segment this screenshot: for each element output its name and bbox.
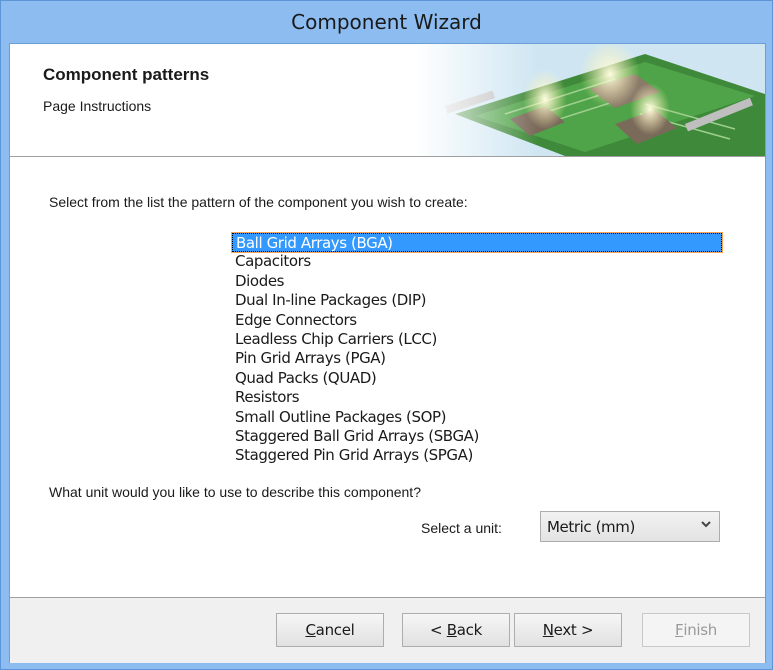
window-title: Component Wizard [291,10,482,34]
next-mnemonic: N [542,621,554,639]
finish-mnemonic: F [675,621,684,639]
wizard-client-area: Component patterns Page Instructions Sel… [9,43,766,663]
pattern-prompt: Select from the list the pattern of the … [49,194,468,210]
pattern-list-item[interactable]: Staggered Pin Grid Arrays (SPGA) [232,446,722,465]
wizard-footer: Cancel < Back Next > Finish [10,597,765,663]
pattern-list-item[interactable]: Edge Connectors [232,311,722,330]
back-button[interactable]: < Back [402,613,510,647]
unit-select[interactable]: Metric (mm) [540,511,720,542]
pattern-list-item[interactable]: Diodes [232,272,722,291]
pattern-list-item[interactable]: Ball Grid Arrays (BGA) [231,231,723,254]
unit-label: Select a unit: [421,520,502,536]
finish-label-rest: inish [683,621,717,639]
pattern-list-item[interactable]: Capacitors [232,252,722,271]
pcb-banner-image [415,44,765,156]
chevron-down-icon[interactable] [700,518,712,534]
cancel-mnemonic: C [305,621,316,639]
pattern-list-item[interactable]: Dual In-line Packages (DIP) [232,291,722,310]
cancel-button[interactable]: Cancel [276,613,384,647]
pattern-list-item[interactable]: Resistors [232,388,722,407]
unit-question: What unit would you like to use to descr… [49,484,421,500]
wizard-body: Select from the list the pattern of the … [10,157,765,597]
wizard-window: Component Wizard Component patterns Page… [0,0,773,670]
finish-button[interactable]: Finish [642,613,750,647]
back-mnemonic: B [446,621,457,639]
back-prefix: < [430,621,447,639]
page-instructions: Page Instructions [43,98,152,114]
back-label-rest: ack [456,621,483,639]
wizard-header: Component patterns Page Instructions [10,44,765,157]
next-button[interactable]: Next > [514,613,622,647]
unit-select-value: Metric (mm) [547,517,635,536]
pattern-listbox[interactable]: Ball Grid Arrays (BGA) Capacitors Diodes Du… [231,231,723,466]
cancel-label-rest: ancel [315,621,355,639]
pattern-list-item[interactable]: Pin Grid Arrays (PGA) [232,349,722,368]
pattern-list-item[interactable]: Quad Packs (QUAD) [232,369,722,388]
title-bar[interactable]: Component Wizard [1,1,772,43]
page-title: Component patterns [43,65,210,84]
pattern-list-item[interactable]: Leadless Chip Carriers (LCC) [232,330,722,349]
next-label-rest: ext > [553,621,594,639]
pattern-list-item[interactable]: Small Outline Packages (SOP) [232,408,722,427]
pattern-list-item[interactable]: Staggered Ball Grid Arrays (SBGA) [232,427,722,446]
